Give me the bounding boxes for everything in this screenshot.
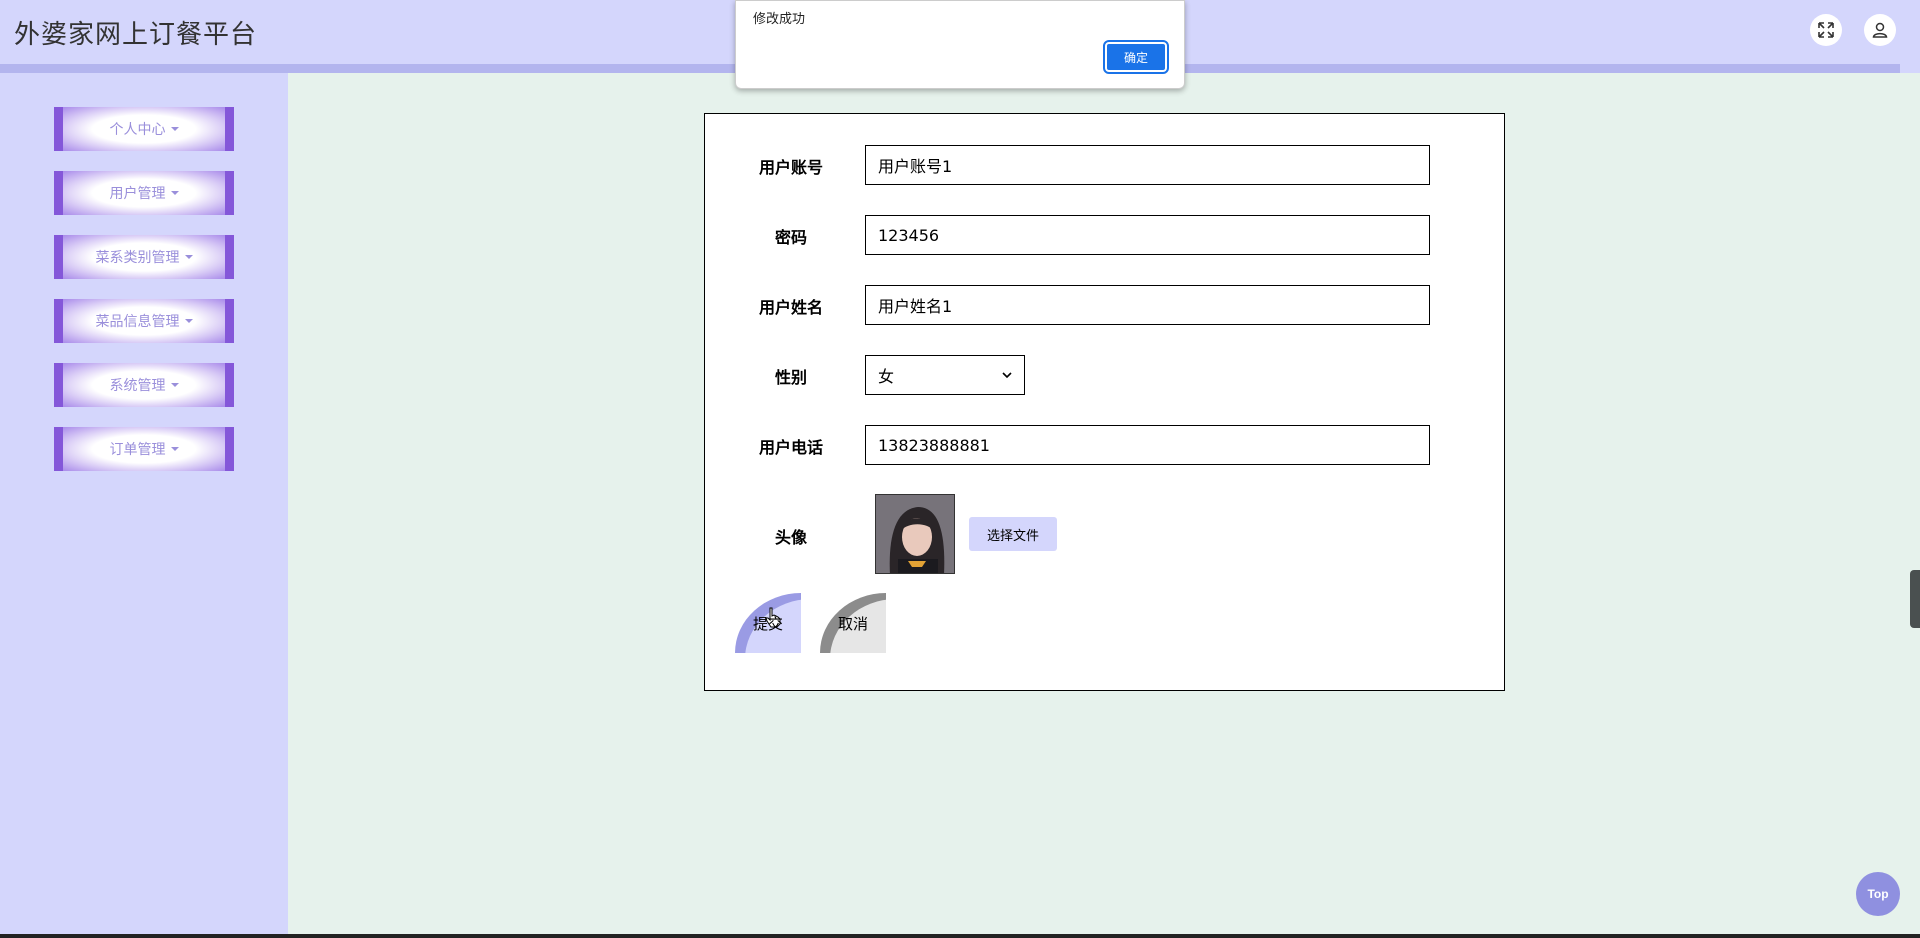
submit-button[interactable]: 提交 bbox=[735, 593, 801, 653]
cancel-label: 取消 bbox=[837, 614, 868, 633]
phone-input[interactable] bbox=[865, 425, 1430, 465]
sidebar-item-cuisine-category[interactable]: 菜系类别管理 bbox=[54, 235, 234, 279]
sidebar-item-label: 用户管理 bbox=[109, 186, 166, 202]
caret-down-icon bbox=[170, 447, 179, 451]
caret-down-icon bbox=[170, 383, 179, 387]
caret-down-icon bbox=[170, 191, 179, 195]
dialog-message: 修改成功 bbox=[753, 12, 806, 27]
user-edit-form: 用户账号 密码 用户姓名 性别 女 用户电话 头像 选择文件 提交 取消 bbox=[704, 113, 1505, 691]
sidebar-item-label: 个人中心 bbox=[109, 122, 166, 138]
sidebar-item-label: 菜品信息管理 bbox=[95, 314, 180, 330]
expand-arrows-icon bbox=[1818, 22, 1834, 38]
account-label: 用户账号 bbox=[758, 158, 823, 177]
sidebar-item-user-management[interactable]: 用户管理 bbox=[54, 171, 234, 215]
fullscreen-button[interactable] bbox=[1810, 14, 1842, 46]
caret-down-icon bbox=[184, 319, 193, 323]
submit-label: 提交 bbox=[752, 614, 783, 633]
sidebar-item-personal-center[interactable]: 个人中心 bbox=[54, 107, 234, 151]
gender-select[interactable]: 女 bbox=[865, 355, 1025, 395]
avatar-portrait bbox=[876, 495, 954, 573]
scrollbar[interactable] bbox=[1900, 0, 1920, 73]
bottom-edge bbox=[0, 934, 1920, 938]
chevron-down-icon bbox=[1002, 372, 1012, 379]
app-title: 外婆家网上订餐平台 bbox=[14, 20, 258, 50]
password-label: 密码 bbox=[774, 228, 807, 247]
phone-label: 用户电话 bbox=[758, 438, 823, 457]
choose-file-button[interactable]: 选择文件 bbox=[969, 517, 1057, 551]
sidebar-item-label: 订单管理 bbox=[109, 442, 166, 458]
sidebar-item-dish-info[interactable]: 菜品信息管理 bbox=[54, 299, 234, 343]
sidebar-item-order-management[interactable]: 订单管理 bbox=[54, 427, 234, 471]
alert-dialog: 修改成功 确定 bbox=[735, 0, 1185, 89]
user-icon bbox=[1872, 22, 1888, 38]
sidebar-item-system-management[interactable]: 系统管理 bbox=[54, 363, 234, 407]
user-menu-button[interactable] bbox=[1864, 14, 1896, 46]
sidebar: 个人中心 用户管理 菜系类别管理 菜品信息管理 系统管理 订单管理 bbox=[0, 73, 288, 934]
back-to-top-button[interactable]: Top bbox=[1856, 872, 1900, 916]
gender-label: 性别 bbox=[774, 368, 807, 387]
dialog-ok-button[interactable]: 确定 bbox=[1103, 40, 1169, 74]
avatar-label: 头像 bbox=[774, 528, 807, 547]
caret-down-icon bbox=[184, 255, 193, 259]
cancel-button[interactable]: 取消 bbox=[820, 593, 886, 653]
side-drawer-handle[interactable] bbox=[1910, 570, 1920, 628]
password-input[interactable] bbox=[865, 215, 1430, 255]
name-label: 用户姓名 bbox=[758, 298, 823, 317]
account-input[interactable] bbox=[865, 145, 1430, 185]
name-input[interactable] bbox=[865, 285, 1430, 325]
caret-down-icon bbox=[170, 127, 179, 131]
sidebar-item-label: 菜系类别管理 bbox=[95, 250, 180, 266]
sidebar-item-label: 系统管理 bbox=[109, 378, 166, 394]
avatar-image bbox=[875, 494, 955, 574]
gender-value: 女 bbox=[878, 367, 895, 386]
